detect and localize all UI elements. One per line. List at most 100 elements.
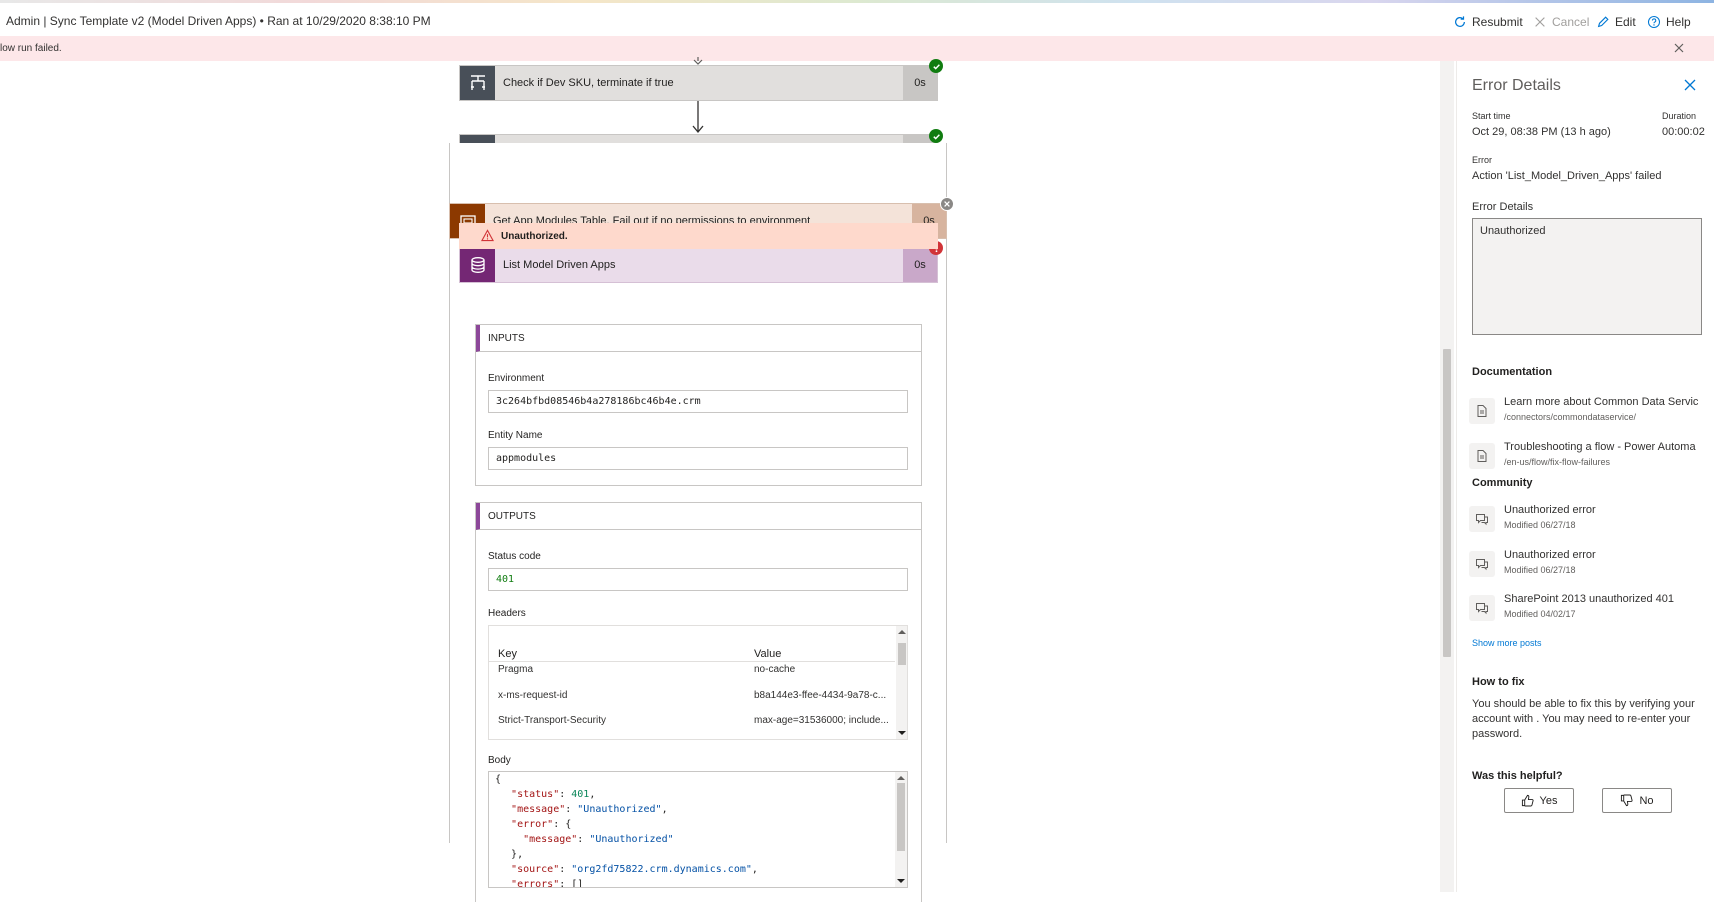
- banner-close-icon[interactable]: [1672, 41, 1686, 55]
- error-details-label: Error Details: [1472, 201, 1534, 213]
- resubmit-label: Resubmit: [1472, 15, 1523, 29]
- headers-scrollbar[interactable]: [896, 626, 907, 739]
- action-error-message: Unauthorized.: [459, 223, 938, 249]
- doc-path: /connectors/commondataservice/: [1504, 412, 1637, 422]
- community-post[interactable]: SharePoint 2013 unauthorized 401 Modifie…: [1469, 591, 1714, 627]
- edit-button[interactable]: Edit: [1596, 12, 1636, 32]
- code-line: "source": "org2fd75822.crm.dynamics.com"…: [511, 864, 758, 875]
- thumbs-up-icon: [1521, 794, 1534, 807]
- post-modified: Modified 06/27/18: [1504, 520, 1576, 530]
- chat-icon: [1469, 551, 1495, 577]
- post-title: SharePoint 2013 unauthorized 401: [1504, 593, 1675, 605]
- headers-label: Headers: [488, 608, 526, 619]
- start-time-label: Start time: [1472, 111, 1511, 121]
- helpful-no-button[interactable]: No: [1602, 788, 1672, 813]
- body-scroll-thumb[interactable]: [897, 783, 905, 851]
- error-value: Action 'List_Model_Driven_Apps' failed: [1472, 170, 1662, 182]
- helpful-yes-button[interactable]: Yes: [1504, 788, 1574, 813]
- pencil-icon: [1597, 16, 1609, 28]
- post-title: Unauthorized error: [1504, 549, 1596, 561]
- scroll-down-icon[interactable]: [897, 878, 905, 884]
- community-post[interactable]: Unauthorized error Modified 06/27/18: [1469, 502, 1714, 538]
- documentation-link[interactable]: Learn more about Common Data Servic /con…: [1469, 394, 1714, 430]
- yes-label: Yes: [1539, 794, 1558, 807]
- duration-value: 00:00:02: [1662, 126, 1705, 138]
- panel-title: Error Details: [1472, 77, 1561, 94]
- connector-arrow-icon: [693, 57, 703, 65]
- status-code-field[interactable]: 401: [488, 568, 908, 591]
- step-title: List Model Driven Apps: [503, 259, 616, 271]
- document-icon: [1469, 398, 1495, 424]
- community-post[interactable]: Unauthorized error Modified 06/27/18: [1469, 547, 1714, 583]
- community-heading: Community: [1472, 477, 1533, 489]
- success-check-icon: [929, 59, 943, 73]
- code-line: "status": 401,: [511, 789, 596, 800]
- code-line: "errors": []: [511, 879, 584, 888]
- help-button[interactable]: Help: [1647, 12, 1691, 32]
- code-line: {: [495, 774, 502, 785]
- error-details-textarea[interactable]: Unauthorized: [1472, 218, 1702, 335]
- headers-value-column: Value: [754, 648, 782, 660]
- doc-path: /en-us/flow/fix-flow-failures: [1504, 457, 1611, 467]
- error-details-panel: Error Details Start time Oct 29, 08:38 P…: [1456, 61, 1714, 892]
- how-to-fix-text-line: You should be able to fix this by verify…: [1472, 698, 1695, 710]
- step-title: Check if Dev SKU, terminate if true: [503, 77, 674, 89]
- headers-key-column: Key: [498, 648, 517, 660]
- run-header: Admin | Sync Template v2 (Model Driven A…: [0, 3, 1714, 36]
- success-check-icon: [929, 129, 943, 143]
- helpful-heading: Was this helpful?: [1472, 770, 1563, 782]
- environment-label: Environment: [488, 373, 545, 384]
- body-label: Body: [488, 755, 511, 766]
- body-code-view[interactable]: { "status": 401, "message": "Unauthorize…: [488, 771, 908, 888]
- edit-label: Edit: [1615, 15, 1636, 29]
- headers-scroll-thumb[interactable]: [898, 643, 906, 665]
- chat-icon: [1469, 506, 1495, 532]
- outputs-heading: OUTPUTS: [476, 503, 921, 530]
- close-panel-icon[interactable]: [1684, 79, 1696, 91]
- refresh-icon: [1455, 16, 1465, 27]
- duration-label: Duration: [1662, 111, 1697, 121]
- documentation-link[interactable]: Troubleshooting a flow - Power Automa /e…: [1469, 439, 1714, 475]
- show-more-posts-link[interactable]: Show more posts: [1472, 638, 1542, 648]
- canvas-scrollbar[interactable]: [1440, 61, 1454, 892]
- help-label: Help: [1666, 15, 1691, 29]
- entity-name-field[interactable]: appmodules: [488, 447, 908, 470]
- body-scrollbar[interactable]: [895, 772, 907, 887]
- post-title: Unauthorized error: [1504, 504, 1596, 516]
- how-to-fix-text-line: password.: [1472, 728, 1523, 740]
- scroll-up-icon[interactable]: [898, 629, 906, 635]
- run-title: Admin | Sync Template v2 (Model Driven A…: [6, 14, 431, 28]
- skipped-x-icon: [940, 197, 954, 211]
- document-icon: [1469, 443, 1495, 469]
- documentation-heading: Documentation: [1472, 366, 1553, 378]
- cancel-label: Cancel: [1552, 15, 1590, 29]
- connector-arrow-icon: [692, 101, 704, 134]
- error-banner: low run failed.: [0, 36, 1714, 61]
- condition-icon: [460, 66, 495, 100]
- close-icon: [1535, 17, 1545, 27]
- code-line: "error": {: [511, 819, 572, 830]
- error-label: Error: [1472, 155, 1492, 165]
- environment-field[interactable]: 3c264bfbd08546b4a278186bc46b4e.crm: [488, 390, 908, 413]
- scroll-down-icon[interactable]: [898, 730, 906, 736]
- canvas-scroll-thumb[interactable]: [1443, 349, 1451, 657]
- doc-title: Troubleshooting a flow - Power Automa: [1504, 441, 1696, 453]
- inputs-heading: INPUTS: [476, 325, 921, 352]
- start-time-value: Oct 29, 08:38 PM (13 h ago): [1472, 126, 1611, 138]
- code-line: "message": "Unauthorized",: [511, 804, 668, 815]
- warning-icon: [481, 229, 494, 242]
- step-check-dev-sku[interactable]: Check if Dev SKU, terminate if true 0s: [459, 65, 938, 101]
- cancel-button[interactable]: Cancel: [1533, 12, 1589, 32]
- header-key: Strict-Transport-Security: [498, 715, 606, 726]
- scroll-up-icon[interactable]: [897, 775, 905, 781]
- resubmit-button[interactable]: Resubmit: [1453, 12, 1523, 32]
- headers-table[interactable]: Key Value Pragma no-cache x-ms-request-i…: [488, 625, 908, 740]
- header-key: x-ms-request-id: [498, 690, 568, 701]
- how-to-fix-heading: How to fix: [1472, 676, 1525, 688]
- how-to-fix-text-line: account with . You may need to re-enter …: [1472, 713, 1691, 725]
- header-value: b8a144e3-ffee-4434-9a78-c...: [754, 690, 887, 701]
- step-list-model-driven-apps[interactable]: List Model Driven Apps 0s: [459, 247, 938, 283]
- thumbs-down-icon: [1621, 794, 1634, 807]
- status-code-label: Status code: [488, 551, 541, 562]
- help-icon: [1647, 15, 1661, 29]
